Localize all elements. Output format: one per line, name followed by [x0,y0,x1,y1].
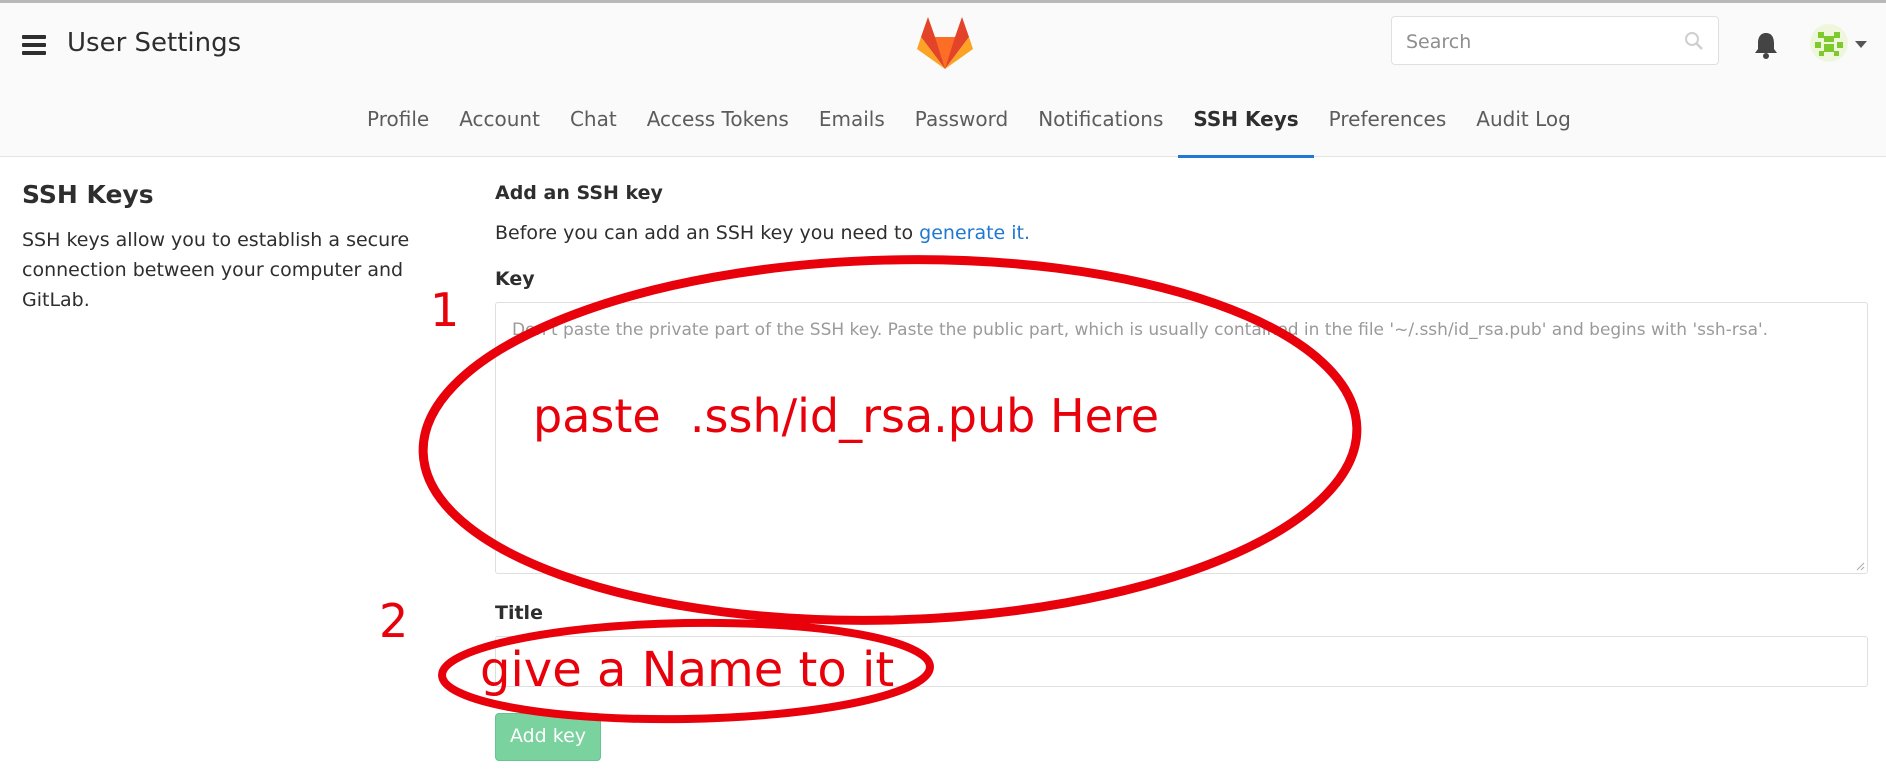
tab-ssh-keys[interactable]: SSH Keys [1178,103,1314,158]
key-textarea[interactable]: Don't paste the private part of the SSH … [495,302,1868,574]
avatar-identicon [1815,32,1843,56]
hamburger-icon[interactable] [22,35,46,55]
generate-it-link[interactable]: generate it. [919,222,1030,244]
add-key-button[interactable]: Add key [495,713,601,761]
search-icon [1685,32,1703,50]
section-sidebar: SSH Keys SSH keys allow you to establish… [22,180,412,315]
tab-audit-log[interactable]: Audit Log [1461,103,1586,158]
bell-icon[interactable] [1753,31,1779,59]
settings-tabs: Profile Account Chat Access Tokens Email… [352,103,1586,159]
chevron-down-icon[interactable] [1855,41,1867,48]
search-input[interactable]: Search [1391,16,1719,65]
tab-emails[interactable]: Emails [804,103,900,158]
top-navbar: User Settings Search Profile Account Cha… [0,3,1886,159]
annotation-step2-number: 2 [379,594,408,648]
tab-access-tokens[interactable]: Access Tokens [632,103,804,158]
tab-chat[interactable]: Chat [555,103,632,158]
tab-profile[interactable]: Profile [352,103,444,158]
form-heading: Add an SSH key [495,182,663,204]
key-placeholder: Don't paste the private part of the SSH … [512,320,1769,340]
key-label: Key [495,268,535,290]
annotation-step1-number: 1 [430,283,459,337]
resize-handle-icon[interactable] [1855,561,1865,571]
tab-account[interactable]: Account [444,103,555,158]
tab-password[interactable]: Password [900,103,1023,158]
section-heading: SSH Keys [22,180,154,209]
intro-text-label: Before you can add an SSH key you need t… [495,222,920,244]
page-title: User Settings [67,28,242,58]
section-description: SSH keys allow you to establish a secure… [22,229,410,311]
tab-notifications[interactable]: Notifications [1023,103,1178,158]
tab-preferences[interactable]: Preferences [1314,103,1462,158]
gitlab-logo[interactable] [916,15,974,71]
title-label: Title [495,602,543,624]
search-placeholder: Search [1406,31,1472,53]
intro-text: Before you can add an SSH key you need t… [495,222,1030,244]
avatar[interactable] [1810,24,1848,62]
title-input[interactable] [495,636,1868,687]
